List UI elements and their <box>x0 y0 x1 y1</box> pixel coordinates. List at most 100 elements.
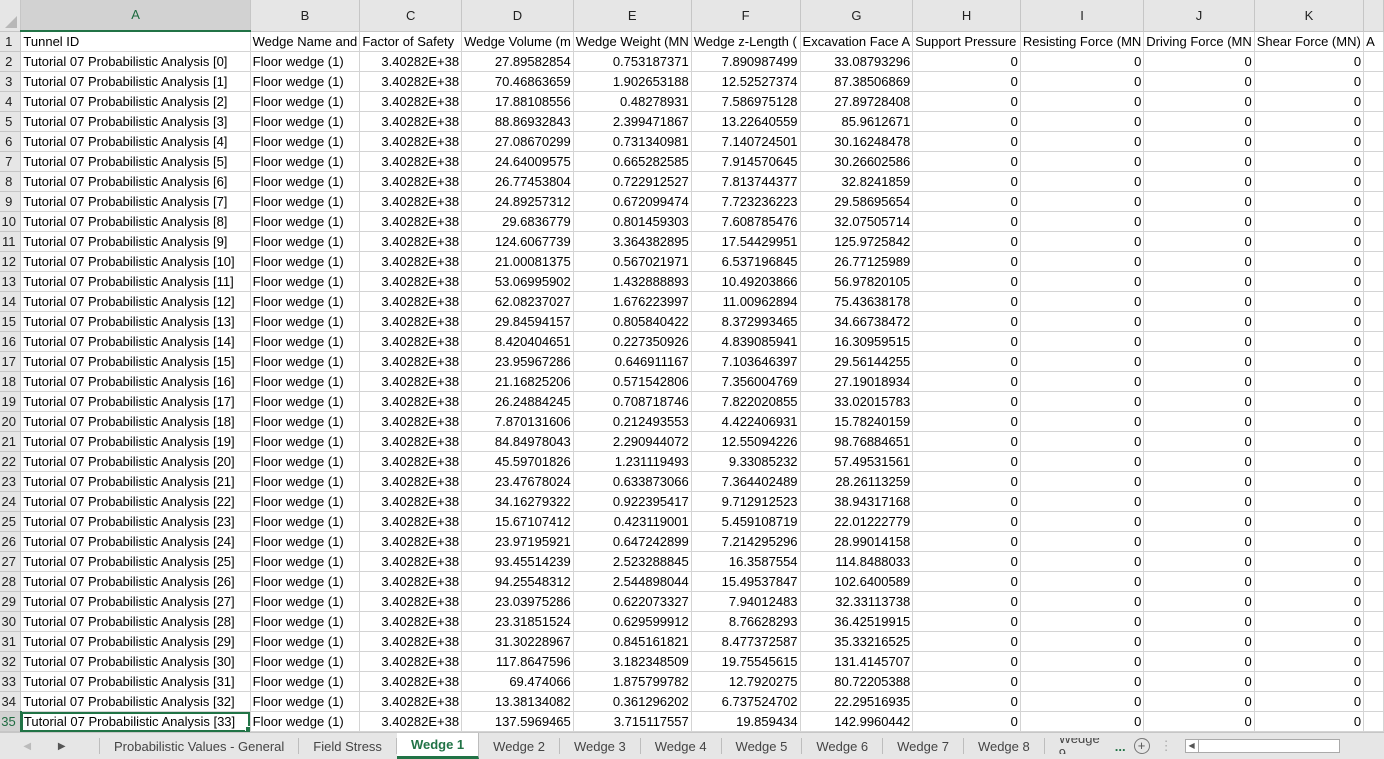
column-header-c[interactable]: C <box>359 0 463 32</box>
cell[interactable]: Tutorial 07 Probabilistic Analysis [16] <box>20 371 251 392</box>
cell[interactable]: 3.40282E+38 <box>359 431 463 452</box>
cell[interactable]: Floor wedge (1) <box>250 151 361 172</box>
cell[interactable]: 11.00962894 <box>691 291 801 312</box>
cell[interactable]: 0 <box>912 531 1021 552</box>
cell[interactable]: 0 <box>1143 51 1255 72</box>
cell[interactable]: Floor wedge (1) <box>250 551 361 572</box>
cell[interactable]: Floor wedge (1) <box>250 51 361 72</box>
cell[interactable]: 0 <box>1020 71 1145 92</box>
cell[interactable]: 0 <box>1143 71 1255 92</box>
cell[interactable]: 34.66738472 <box>800 311 914 332</box>
row-header[interactable]: 35 <box>0 711 22 732</box>
row-header[interactable]: 30 <box>0 611 22 632</box>
cell[interactable]: Floor wedge (1) <box>250 671 361 692</box>
cell[interactable]: 3.40282E+38 <box>359 131 463 152</box>
cell[interactable]: 12.7920275 <box>691 671 801 692</box>
cell[interactable]: 3.40282E+38 <box>359 331 463 352</box>
cell[interactable]: 24.89257312 <box>461 191 574 212</box>
cell[interactable]: 9.712912523 <box>691 491 801 512</box>
cell[interactable]: 0 <box>1254 311 1365 332</box>
cell[interactable]: 0 <box>912 671 1021 692</box>
cell[interactable]: 3.40282E+38 <box>359 171 463 192</box>
cell[interactable]: Tutorial 07 Probabilistic Analysis [8] <box>20 211 251 232</box>
cell[interactable]: Floor wedge (1) <box>250 451 361 472</box>
cell[interactable]: 7.822020855 <box>691 391 801 412</box>
cell[interactable]: 0 <box>1143 671 1255 692</box>
cell[interactable]: Tutorial 07 Probabilistic Analysis [27] <box>20 591 251 612</box>
cell[interactable]: 28.99014158 <box>800 531 914 552</box>
cell[interactable]: 26.77453804 <box>461 171 574 192</box>
cell[interactable]: 0 <box>1254 611 1365 632</box>
row-header[interactable]: 20 <box>0 411 22 432</box>
row-header[interactable]: 21 <box>0 431 22 452</box>
cell[interactable]: Tutorial 07 Probabilistic Analysis [26] <box>20 571 251 592</box>
cell[interactable]: 7.356004769 <box>691 371 801 392</box>
cell[interactable]: 0 <box>1143 211 1255 232</box>
cell[interactable]: 0.731340981 <box>573 131 692 152</box>
cell[interactable]: 3.40282E+38 <box>359 451 463 472</box>
cell[interactable]: 0 <box>1254 151 1365 172</box>
cell[interactable]: 0 <box>912 371 1021 392</box>
cell[interactable]: 0 <box>912 691 1021 712</box>
cell[interactable]: Tutorial 07 Probabilistic Analysis [12] <box>20 291 251 312</box>
row-header[interactable]: 6 <box>0 131 22 152</box>
cell[interactable]: 0.423119001 <box>573 511 692 532</box>
cell[interactable]: 32.07505714 <box>800 211 914 232</box>
sheet-tab-wedge-9[interactable]: Wedge 9 <box>1045 738 1109 754</box>
cell[interactable]: 3.40282E+38 <box>359 411 463 432</box>
cell[interactable]: 30.16248478 <box>800 131 914 152</box>
cell[interactable]: 26.24884245 <box>461 391 574 412</box>
cell[interactable]: 0.567021971 <box>573 251 692 272</box>
cell[interactable]: Floor wedge (1) <box>250 571 361 592</box>
cell[interactable]: 1.432888893 <box>573 271 692 292</box>
cell[interactable]: 0 <box>1254 651 1365 672</box>
cell[interactable]: 0 <box>1143 391 1255 412</box>
cell[interactable]: 15.78240159 <box>800 411 914 432</box>
cell[interactable]: 21.16825206 <box>461 371 574 392</box>
row-header[interactable]: 14 <box>0 291 22 312</box>
cell[interactable]: 0.212493553 <box>573 411 692 432</box>
cell[interactable]: Tutorial 07 Probabilistic Analysis [31] <box>20 671 251 692</box>
cell[interactable]: 0 <box>1020 411 1145 432</box>
cell[interactable] <box>1363 331 1384 352</box>
cell[interactable]: 0 <box>1254 431 1365 452</box>
cell[interactable]: 3.40282E+38 <box>359 591 463 612</box>
cell[interactable]: 0.633873066 <box>573 471 692 492</box>
cell[interactable]: 0 <box>1020 211 1145 232</box>
cell[interactable]: Tutorial 07 Probabilistic Analysis [11] <box>20 271 251 292</box>
cell[interactable]: 0 <box>1020 651 1145 672</box>
sheet-tab-wedge-6[interactable]: Wedge 6 <box>802 738 884 754</box>
cell[interactable] <box>1363 551 1384 572</box>
row-header[interactable]: 29 <box>0 591 22 612</box>
cell[interactable] <box>1363 271 1384 292</box>
cell[interactable]: 0 <box>1020 611 1145 632</box>
cell[interactable]: 0 <box>1143 411 1255 432</box>
cell[interactable]: 0 <box>912 711 1021 732</box>
cell[interactable]: 0.227350926 <box>573 331 692 352</box>
cell[interactable]: 0.805840422 <box>573 311 692 332</box>
cell[interactable]: 0 <box>1020 551 1145 572</box>
cell[interactable]: 0 <box>1020 151 1145 172</box>
cell[interactable]: 87.38506869 <box>800 71 914 92</box>
cell[interactable]: 0 <box>1143 191 1255 212</box>
cell[interactable]: Tutorial 07 Probabilistic Analysis [7] <box>20 191 251 212</box>
cell[interactable]: A <box>1363 31 1384 52</box>
column-header-g[interactable]: G <box>800 0 914 32</box>
column-header-b[interactable]: B <box>250 0 361 32</box>
cell[interactable]: 4.839085941 <box>691 331 801 352</box>
cell[interactable]: 35.33216525 <box>800 631 914 652</box>
sheet-tab-field-stress[interactable]: Field Stress <box>299 738 397 754</box>
cell[interactable]: 85.9612671 <box>800 111 914 132</box>
cell[interactable]: 3.40282E+38 <box>359 191 463 212</box>
cell[interactable]: 3.40282E+38 <box>359 231 463 252</box>
cell[interactable]: 0 <box>1143 231 1255 252</box>
cell[interactable]: 3.182348509 <box>573 651 692 672</box>
cell[interactable]: Tutorial 07 Probabilistic Analysis [18] <box>20 411 251 432</box>
cell[interactable]: 0 <box>912 111 1021 132</box>
column-title-cell[interactable]: Shear Force (MN) <box>1254 31 1365 52</box>
cell[interactable]: 0 <box>912 591 1021 612</box>
column-title-cell[interactable]: Wedge Weight (MN <box>573 31 692 52</box>
row-header[interactable]: 18 <box>0 371 22 392</box>
cell[interactable]: 10.49203866 <box>691 271 801 292</box>
new-sheet-button[interactable]: + <box>1132 733 1152 759</box>
